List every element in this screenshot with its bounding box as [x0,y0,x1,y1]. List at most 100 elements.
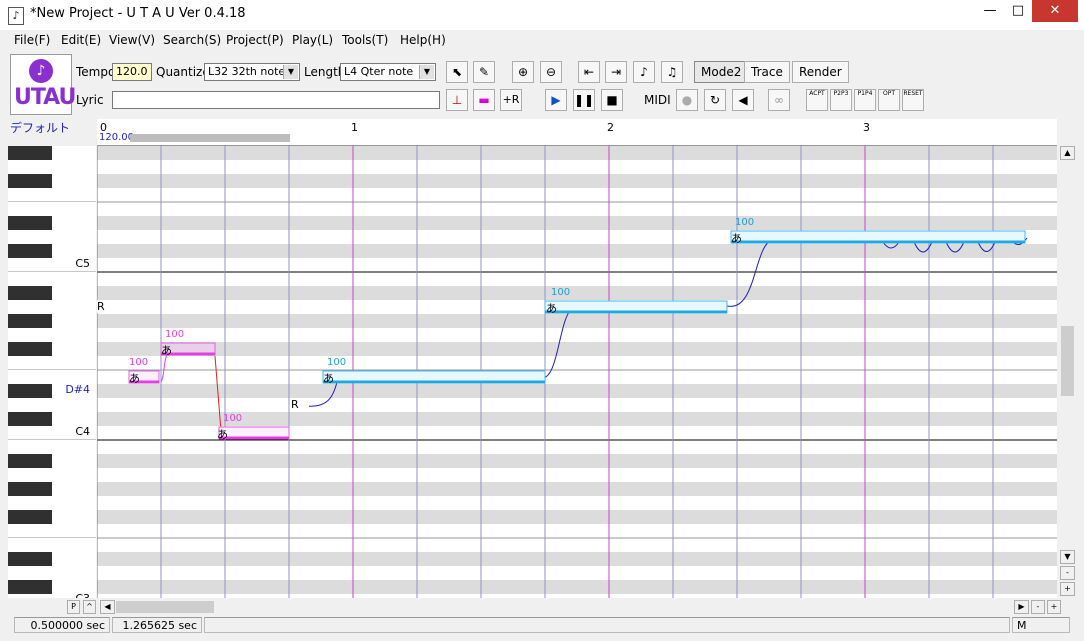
pencil-icon[interactable]: ✎ [473,61,495,83]
h-zoom-minus-button[interactable]: - [1031,600,1045,614]
menu-view[interactable]: View(V) [109,33,155,47]
zoom-plus-button[interactable]: + [1060,582,1075,596]
vertical-scrollbar[interactable]: ▲ ▼ - + [1060,146,1076,598]
scroll-right-icon[interactable]: ▶ [1014,600,1029,614]
pitch-opt-label: OPT [882,90,895,97]
record-icon[interactable]: ● [676,89,698,111]
horizontal-scroll-thumb[interactable] [116,601,214,613]
h-zoom-plus-button[interactable]: + [1047,600,1061,614]
select-arrow-icon[interactable]: ⬉ [446,61,468,83]
scroll-left-icon[interactable]: ◀ [100,600,115,614]
black-key[interactable] [8,314,52,328]
pitch-reset-label: RESET [903,90,923,97]
maximize-button[interactable]: □ [1002,0,1034,22]
note-bar[interactable] [544,300,728,314]
zoom-out-icon[interactable]: ⊖ [540,61,562,83]
insert-note-icon[interactable]: ⊥ [446,89,468,111]
key-label-ds4: D#4 [65,383,90,396]
note-bar[interactable] [322,370,546,384]
note-lyric[interactable]: あ [217,426,228,442]
pitch-acpt-label: ACPT [809,90,825,97]
play-icon[interactable]: ▶ [545,89,567,111]
zoom-in-icon[interactable]: ⊕ [512,61,534,83]
speaker-icon[interactable]: ◀ [732,89,754,111]
pitch-p1p4-label: P1P4 [857,90,873,97]
stop-icon[interactable]: ■ [601,89,623,111]
note-lyric[interactable]: あ [323,370,334,386]
lyric-input[interactable] [112,91,440,109]
menu-play[interactable]: Play(L) [292,33,333,47]
loop-icon[interactable]: ↻ [704,89,726,111]
black-key[interactable] [8,580,52,594]
black-key[interactable] [8,146,52,160]
note-lyric[interactable]: あ [161,342,172,358]
pitch-reset-button[interactable]: RESET [902,89,924,111]
pause-icon[interactable]: ❚❚ [573,89,595,111]
bar-number: 2 [607,121,614,134]
note-lyric[interactable]: あ [129,370,140,386]
trace-button[interactable]: Trace [744,61,790,83]
vibrato-icon[interactable]: ∞ [768,89,790,111]
music-note-icon[interactable]: ♪ [8,7,24,25]
pitch-opt-button[interactable]: OPT [878,89,900,111]
black-key[interactable] [8,384,52,398]
track-name[interactable]: デフォルト [10,119,70,136]
black-key[interactable] [8,552,52,566]
note-bar[interactable] [730,230,1026,244]
black-key[interactable] [8,510,52,524]
black-key[interactable] [8,342,52,356]
logo-note-icon: ♪ [29,59,53,83]
key-label-c5: C5 [75,257,90,270]
key-divider [8,439,96,440]
mode2-button[interactable]: Mode2 [694,61,749,83]
add-rest-icon[interactable]: +R [500,89,522,111]
note-lyric[interactable]: あ [546,300,557,316]
menu-search[interactable]: Search(S) [163,33,221,47]
horizontal-scrollbar[interactable]: ◀ ▶ [100,600,1030,614]
black-key[interactable] [8,286,52,300]
note-velocity: 100 [223,413,243,424]
chevron-down-icon: ▼ [283,65,298,79]
rest-marker[interactable]: R [97,300,123,313]
scroll-up-icon[interactable]: ▲ [1060,146,1075,160]
scroll-down-icon[interactable]: ▼ [1060,550,1075,564]
beat-lines [160,146,994,598]
rest-marker[interactable]: R [291,398,309,411]
note-right-icon[interactable]: ♫ [661,61,683,83]
black-key[interactable] [8,482,52,496]
note-bar[interactable] [218,426,290,440]
menu-help[interactable]: Help(H) [400,33,446,47]
pitch-acpt-button[interactable]: ACPT [806,89,828,111]
go-end-icon[interactable]: ⇥ [605,61,627,83]
add-note-icon[interactable]: ▬ [473,89,495,111]
black-key[interactable] [8,174,52,188]
note-left-icon[interactable]: ♪ [633,61,655,83]
piano-roll-grid[interactable]: 100 あ 100 あ 100 あ 100 あ 100 あ 100 あ R R [97,146,1057,598]
note-lyric[interactable]: あ [731,230,742,246]
quantize-select[interactable]: L32 32th note ▼ [204,63,300,81]
pitch-p2p3-button[interactable]: P2P3 [830,89,852,111]
menu-edit[interactable]: Edit(E) [61,33,101,47]
close-button[interactable]: ✕ [1032,0,1078,22]
piano-keyboard[interactable]: C5 D#4 C4 C3 [8,146,96,598]
black-key[interactable] [8,412,52,426]
zoom-minus-button[interactable]: - [1060,566,1075,580]
render-button[interactable]: Render [792,61,849,83]
vertical-scroll-thumb[interactable] [1061,326,1074,396]
black-key[interactable] [8,216,52,230]
caret-button[interactable]: ^ [83,600,96,614]
black-key[interactable] [8,454,52,468]
p-button[interactable]: P [67,600,80,614]
go-start-icon[interactable]: ⇤ [578,61,600,83]
length-select[interactable]: L4 Qter note ▼ [340,63,436,81]
menu-file[interactable]: File(F) [14,33,50,47]
quantize-label: Quantize [156,65,210,79]
pitch-p1p4-button[interactable]: P1P4 [854,89,876,111]
menu-project[interactable]: Project(P) [226,33,284,47]
key-divider [8,271,96,272]
tempo-label: Tempo [76,65,116,79]
black-key[interactable] [8,244,52,258]
lyric-label: Lyric [76,93,104,107]
menu-tools[interactable]: Tools(T) [342,33,388,47]
tempo-field[interactable]: 120.0 [112,63,152,81]
